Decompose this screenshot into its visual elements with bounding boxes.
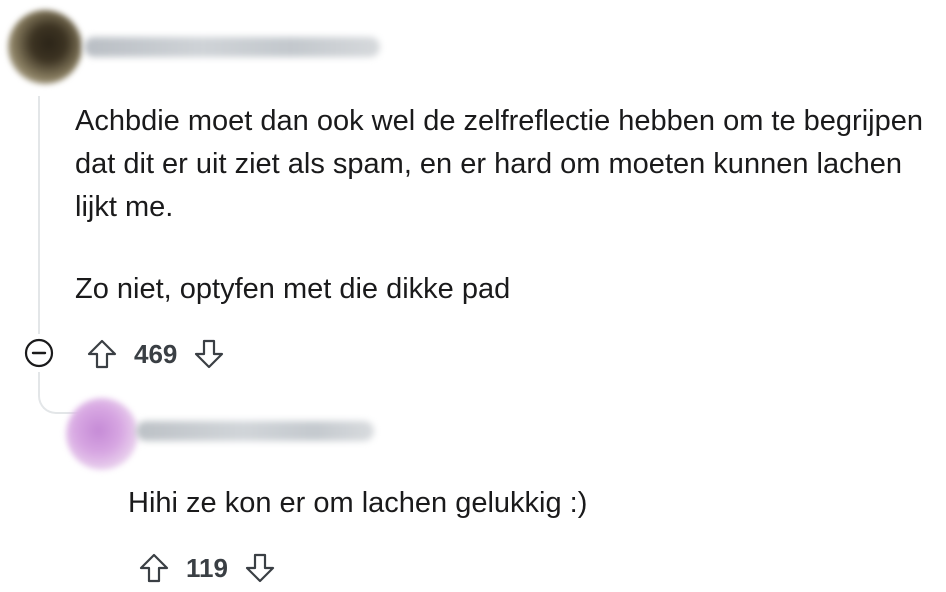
thread-line-parent xyxy=(38,96,40,334)
comment-body-paragraph: Zo niet, optyfen met die dikke pad xyxy=(75,273,511,305)
upvote-button[interactable] xyxy=(84,336,120,372)
arrow-up-outline-icon xyxy=(87,339,117,369)
username-redacted[interactable] xyxy=(136,421,374,441)
avatar[interactable] xyxy=(66,398,138,470)
vote-score: 469 xyxy=(134,338,178,369)
downvote-button[interactable] xyxy=(242,550,278,586)
vote-bar: 469 xyxy=(84,334,227,374)
vote-bar: 119 xyxy=(136,548,278,588)
arrow-down-outline-icon xyxy=(245,553,275,583)
thread-line-reply xyxy=(100,472,102,542)
arrow-up-outline-icon xyxy=(139,553,169,583)
vote-score: 119 xyxy=(186,552,228,583)
downvote-button[interactable] xyxy=(191,336,227,372)
comment-body-paragraph: Hihi ze kon er om lachen gelukkig :) xyxy=(128,487,588,519)
comment-body-paragraph: Achbdie moet dan ook wel de zelfreflecti… xyxy=(75,105,923,223)
upvote-button[interactable] xyxy=(136,550,172,586)
username-redacted[interactable] xyxy=(84,37,380,57)
minus-circle-icon xyxy=(24,338,54,368)
collapse-thread-button[interactable] xyxy=(22,336,56,370)
arrow-down-outline-icon xyxy=(195,339,224,369)
avatar[interactable] xyxy=(8,10,82,84)
